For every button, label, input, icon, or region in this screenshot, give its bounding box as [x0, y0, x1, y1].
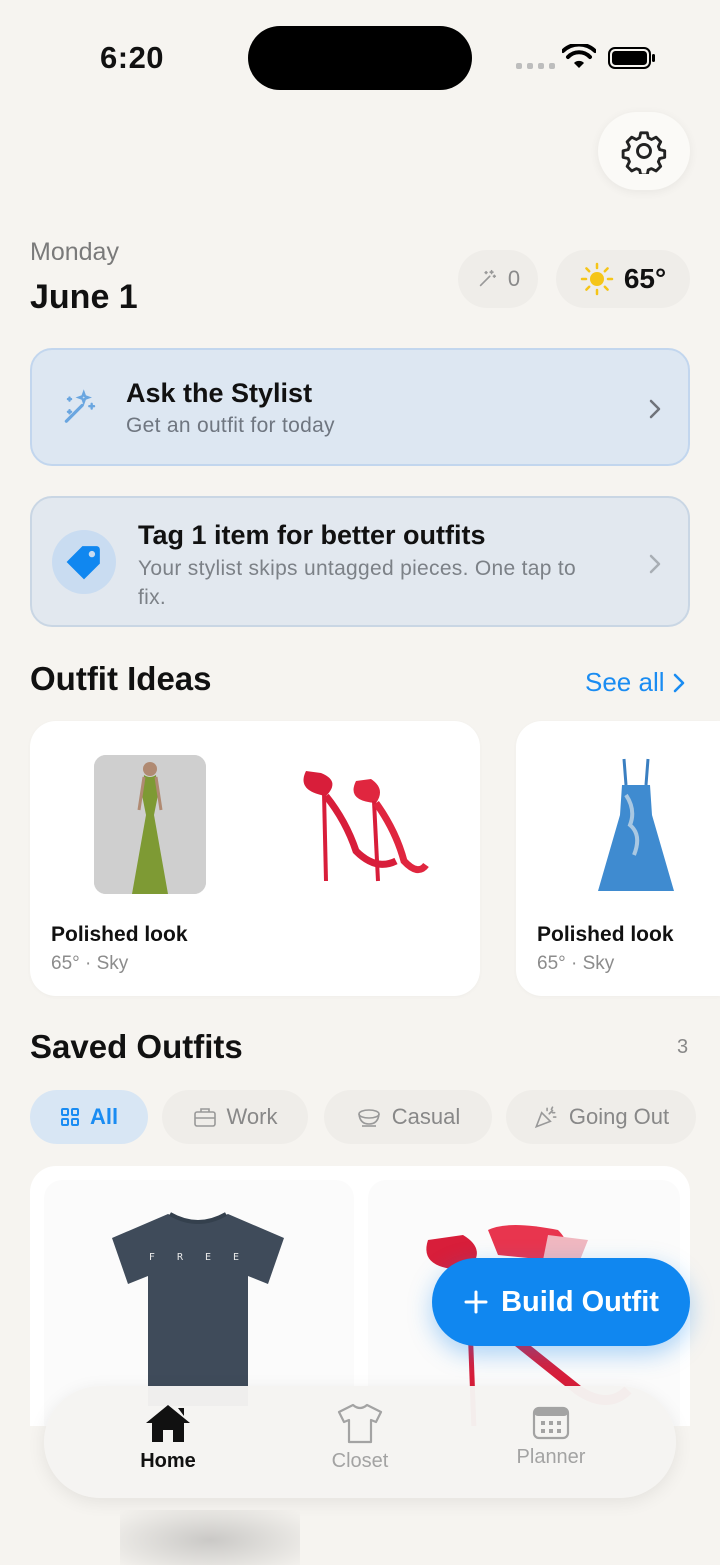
battery-icon: [608, 47, 655, 69]
chevron-right-icon: [673, 673, 684, 692]
ask-stylist-card[interactable]: Ask the Stylist Get an outfit for today: [30, 348, 690, 466]
cup-icon: [357, 1109, 380, 1127]
tab-closet[interactable]: Closet: [290, 1402, 430, 1473]
saved-outfits-title: Saved Outfits: [30, 1028, 243, 1065]
status-bar: 6:20: [0, 0, 720, 110]
tab-label: Home: [140, 1450, 196, 1472]
briefcase-icon: [193, 1108, 216, 1127]
stylist-subtitle: Get an outfit for today: [126, 414, 335, 437]
outfit-ideas-title: Outfit Ideas: [30, 660, 212, 697]
filter-chip-label: All: [89, 1104, 119, 1129]
tab-home[interactable]: Home: [98, 1402, 238, 1473]
gear-icon: [621, 131, 667, 174]
outfit-idea-meta: 65° · Sky: [51, 953, 129, 974]
tab-label: Closet: [331, 1450, 389, 1472]
wifi-icon: [562, 44, 596, 68]
filter-chip-casual[interactable]: Casual: [324, 1090, 492, 1144]
status-time: 6:20: [100, 40, 165, 75]
dynamic-island: [248, 26, 472, 90]
outfit-idea-meta: 65° · Sky: [537, 953, 615, 974]
settings-button[interactable]: [598, 112, 690, 190]
magic-count: 0: [507, 266, 521, 291]
magic-wand-icon: [479, 269, 496, 287]
filter-chip-label: Casual: [391, 1104, 461, 1129]
chevron-right-icon: [649, 399, 661, 419]
see-all-link[interactable]: See all: [585, 667, 685, 698]
bottom-shadow: [120, 1510, 300, 1565]
outfit-idea-card[interactable]: Polished look 65° · Sky: [30, 721, 480, 996]
party-popper-icon: [534, 1106, 557, 1129]
house-icon: [146, 1405, 190, 1442]
weekday-label: Monday: [30, 238, 119, 266]
build-outfit-label: Build Outfit: [501, 1285, 659, 1318]
temperature: 65°: [623, 263, 667, 294]
tab-planner[interactable]: Planner: [481, 1406, 621, 1469]
filter-chip-label: Work: [226, 1104, 278, 1129]
sun-icon: [580, 262, 614, 296]
date-label: June 1: [30, 278, 138, 316]
green-dress-image: [94, 755, 206, 894]
tag-icon-circle: [52, 530, 116, 594]
filter-chip-going-out[interactable]: Going Out: [506, 1090, 696, 1144]
outfit-idea-name: Polished look: [537, 923, 674, 946]
outfit-idea-card[interactable]: Polished look 65° · Sky: [516, 721, 720, 996]
magic-count-pill[interactable]: 0: [458, 250, 538, 308]
sparkle-wand-icon: [64, 389, 96, 423]
tag-subtitle: Your stylist skips untagged pieces. One …: [138, 557, 576, 609]
red-heels-image: [303, 771, 429, 882]
see-all-label: See all: [585, 667, 665, 697]
calendar-icon: [532, 1406, 570, 1440]
shirt-print: F R E E: [149, 1252, 247, 1263]
blue-dress-image: [598, 758, 674, 891]
cellular-signal-icon: [516, 63, 555, 69]
tab-bar: Home Closet Planner: [44, 1386, 676, 1498]
tag-item-card[interactable]: Tag 1 item for better outfits Your styli…: [30, 496, 690, 627]
filter-chip-all[interactable]: All: [30, 1090, 148, 1144]
stylist-title: Ask the Stylist: [126, 378, 313, 408]
tag-icon: [66, 546, 100, 580]
chevron-right-icon: [649, 554, 661, 574]
plus-icon: [464, 1290, 488, 1314]
tab-label: Planner: [516, 1446, 586, 1468]
weather-pill[interactable]: 65°: [556, 250, 690, 308]
outfit-idea-name: Polished look: [51, 923, 188, 946]
build-outfit-button[interactable]: Build Outfit: [432, 1258, 690, 1346]
tag-title: Tag 1 item for better outfits: [138, 520, 486, 550]
saved-outfits-count: 3: [677, 1036, 689, 1058]
tshirt-image: F R E E: [112, 1212, 284, 1406]
filter-chip-label: Going Out: [568, 1104, 670, 1129]
grid-icon: [60, 1108, 79, 1126]
filter-chip-work[interactable]: Work: [162, 1090, 308, 1144]
tshirt-icon: [337, 1403, 383, 1444]
